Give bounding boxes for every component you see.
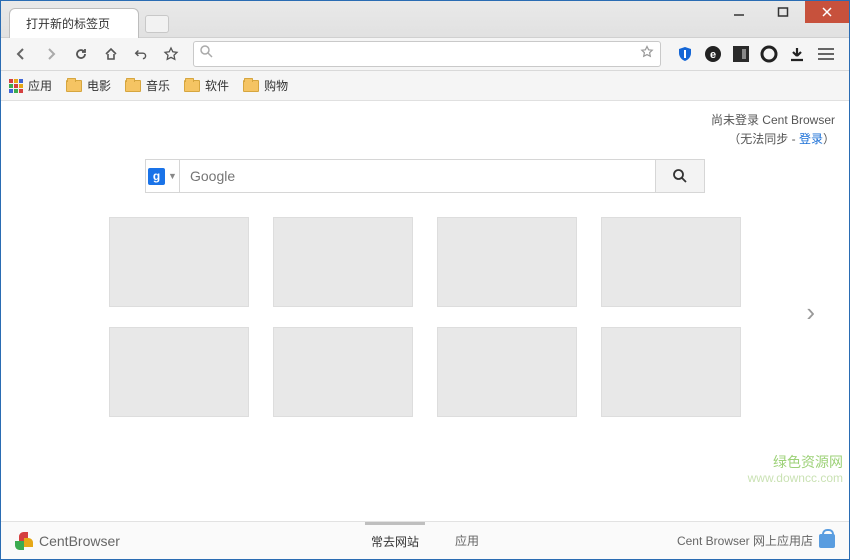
bookmark-folder[interactable]: 电影 [66,77,111,94]
footer-tabs: 常去网站 应用 [365,523,485,559]
apps-label: 应用 [28,77,52,94]
active-tab[interactable]: 打开新的标签页 [9,8,139,38]
new-tab-button[interactable] [145,15,169,33]
chevron-down-icon: ▼ [168,171,177,181]
signin-status: 尚未登录 Cent Browser （无法同步 - 登录） [711,111,835,149]
ntp-search: g ▼ [145,159,705,193]
thumbnail-tile[interactable] [601,217,741,307]
search-engine-selector[interactable]: g ▼ [145,159,179,193]
bookmarks-bar: 应用 电影 音乐 软件 购物 [1,71,849,101]
folder-icon [125,80,141,92]
bookmark-folder[interactable]: 音乐 [125,77,170,94]
signin-link[interactable]: 登录 [799,132,823,146]
ntp-search-button[interactable] [655,159,705,193]
extension-circle-e-icon[interactable]: e [703,44,723,64]
ntp-footer: CentBrowser 常去网站 应用 Cent Browser 网上应用店 [1,521,849,559]
new-tab-page: 尚未登录 Cent Browser （无法同步 - 登录） g ▼ [1,101,849,521]
thumbnail-tile[interactable] [273,217,413,307]
signin-line1: 尚未登录 Cent Browser [711,111,835,130]
window-controls [717,1,849,23]
bookmark-folder[interactable]: 软件 [184,77,229,94]
url-input[interactable] [217,43,636,65]
thumbnail-tile[interactable] [601,327,741,417]
folder-icon [243,80,259,92]
extension-ring-icon[interactable] [759,44,779,64]
folder-icon [184,80,200,92]
minimize-button[interactable] [717,1,761,23]
address-bar[interactable] [193,41,661,67]
next-page-button[interactable]: › [806,297,815,328]
bookmark-star-button[interactable] [157,41,185,67]
apps-shortcut[interactable]: 应用 [9,77,52,94]
thumbnail-tile[interactable] [109,217,249,307]
home-button[interactable] [97,41,125,67]
magnify-icon [672,168,688,184]
browser-window: 打开新的标签页 e [0,0,850,560]
brand-label: CentBrowser [39,533,120,549]
centbrowser-logo-icon [15,532,33,550]
thumbnail-tile[interactable] [109,327,249,417]
extension-area: e [669,44,843,64]
footer-tab-apps[interactable]: 应用 [449,523,485,559]
search-icon [200,45,213,63]
google-g-icon: g [148,168,165,185]
web-store-link[interactable]: Cent Browser 网上应用店 [677,532,835,549]
close-button[interactable] [805,1,849,23]
back-button[interactable] [7,41,35,67]
apps-grid-icon [9,79,23,93]
folder-icon [66,80,82,92]
undo-button[interactable] [127,41,155,67]
reload-button[interactable] [67,41,95,67]
thumbnail-tile[interactable] [437,327,577,417]
bookmark-folder[interactable]: 购物 [243,77,288,94]
extension-dark-square-icon[interactable] [731,44,751,64]
watermark: 绿色资源网 www.downcc.com [748,454,843,485]
tab-title: 打开新的标签页 [26,15,110,32]
titlebar: 打开新的标签页 [1,1,849,37]
thumbnail-tile[interactable] [273,327,413,417]
footer-tab-frequent[interactable]: 常去网站 [365,522,425,558]
speed-dial: › [85,207,765,417]
maximize-button[interactable] [761,1,805,23]
ntp-search-input[interactable] [179,159,655,193]
toolbar: e [1,37,849,71]
brand: CentBrowser [15,532,120,550]
bookmark-page-icon[interactable] [640,45,654,64]
extension-shield-icon[interactable] [675,44,695,64]
forward-button[interactable] [37,41,65,67]
menu-button[interactable] [815,48,837,60]
thumbnail-tile[interactable] [437,217,577,307]
store-bag-icon [819,534,835,548]
downloads-icon[interactable] [787,44,807,64]
svg-text:e: e [710,49,716,61]
